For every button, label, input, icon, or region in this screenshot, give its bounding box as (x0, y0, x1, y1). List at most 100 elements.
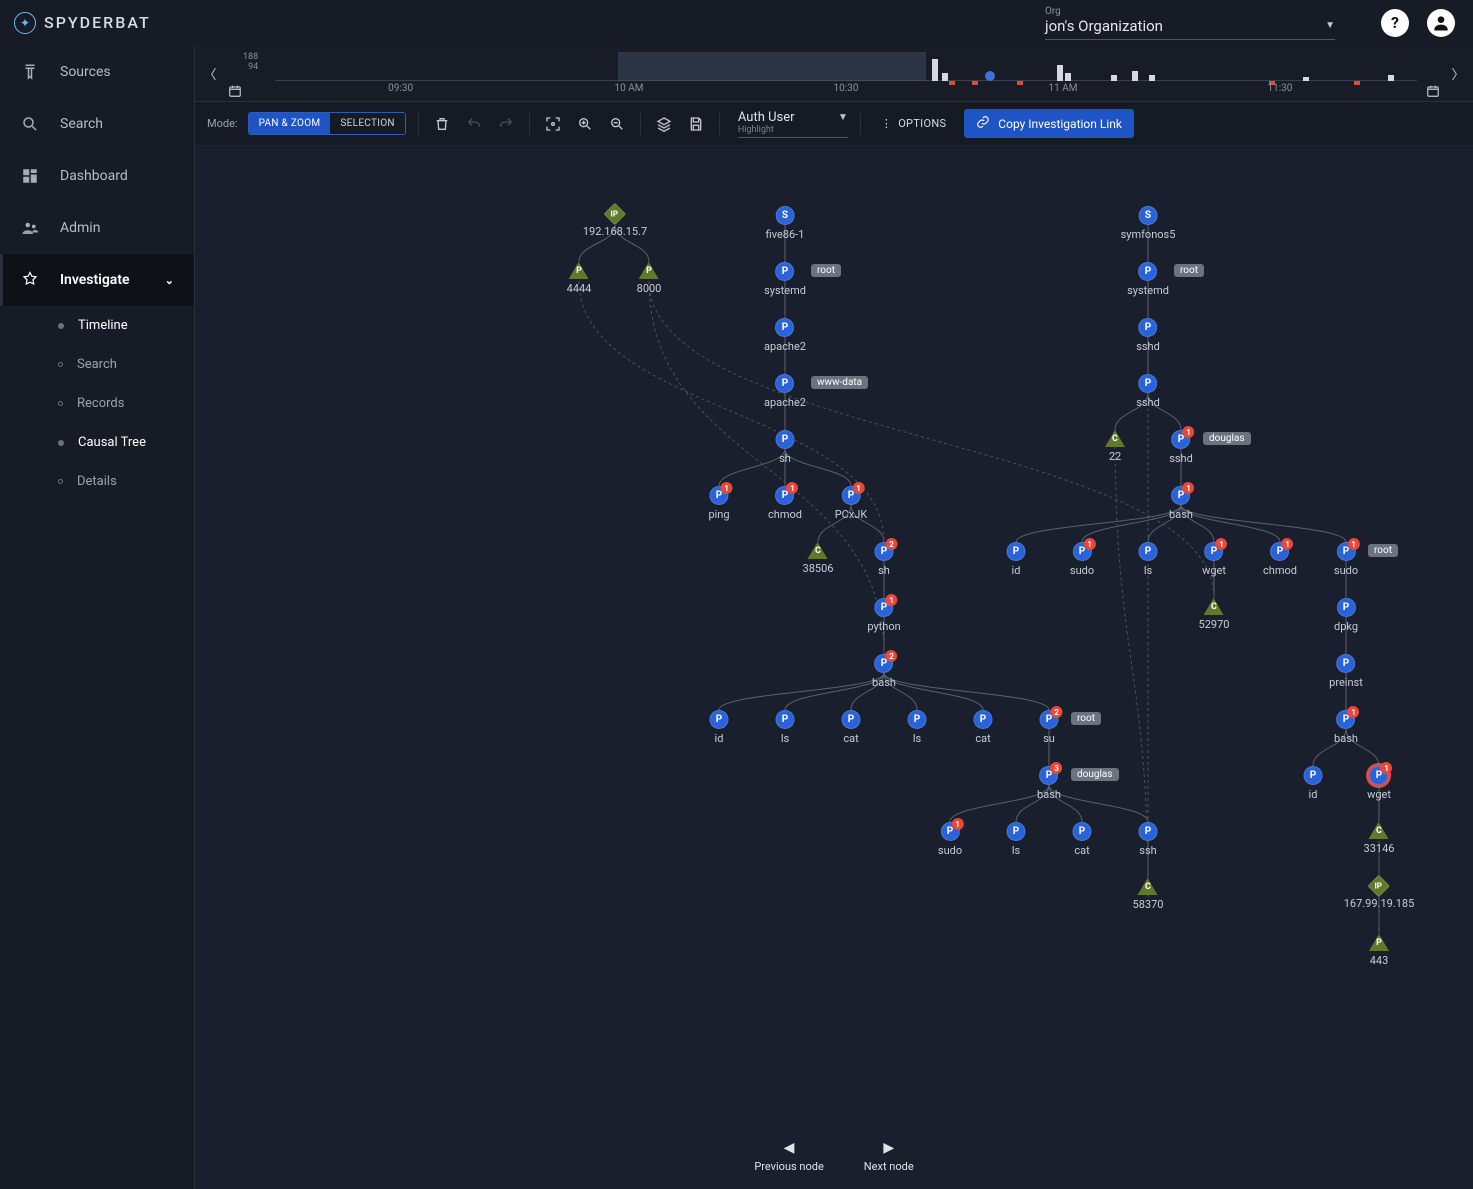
zoom-in-icon[interactable] (574, 113, 596, 135)
node-orb[interactable]: P (1304, 766, 1323, 785)
node-orb[interactable]: P1 (1370, 766, 1389, 785)
graph-node-id3[interactable]: Pid (1304, 766, 1323, 801)
node-orb[interactable]: P (1139, 262, 1158, 281)
graph-node-c58370[interactable]: 58370 (1133, 878, 1164, 911)
graph-node-systemd2[interactable]: Psystemd (1127, 262, 1169, 297)
node-orb[interactable]: P1 (1073, 542, 1092, 561)
node-orb[interactable]: P (710, 710, 729, 729)
graph-node-ssh1[interactable]: Pssh (1139, 822, 1158, 857)
graph-node-cat3[interactable]: Pcat (1073, 822, 1092, 857)
node-orb[interactable]: P1 (1205, 542, 1224, 561)
node-orb[interactable]: P (1139, 318, 1158, 337)
layers-icon[interactable] (653, 113, 675, 135)
node-orb[interactable]: P (974, 710, 993, 729)
node-orb[interactable]: P (776, 430, 795, 449)
graph-node-bash4[interactable]: P1bash (1334, 710, 1358, 745)
graph-node-sshd1[interactable]: Psshd (1136, 318, 1160, 353)
graph-node-python[interactable]: P1python (867, 598, 900, 633)
timeline-track[interactable] (275, 52, 1417, 81)
graph-node-pcxjk[interactable]: P1PCxJK (835, 486, 868, 521)
timeline-bar[interactable] (1149, 75, 1155, 81)
node-orb[interactable]: P1 (1172, 430, 1191, 449)
calendar-end-icon[interactable] (1425, 83, 1441, 99)
graph-node-ls2[interactable]: Pls (908, 710, 927, 745)
node-orb[interactable]: P2 (875, 542, 894, 561)
graph-node-ping[interactable]: P1ping (708, 486, 729, 521)
graph-node-p443[interactable]: 443 (1369, 934, 1389, 967)
node-orb[interactable]: S (776, 206, 795, 225)
graph-node-p4444[interactable]: 4444 (567, 262, 592, 295)
node-orb[interactable] (808, 542, 828, 559)
graph-node-s1[interactable]: Sfive86-1 (766, 206, 805, 241)
node-orb[interactable]: P1 (941, 822, 960, 841)
graph-node-sudo2[interactable]: P1sudo (1070, 542, 1094, 577)
next-node-button[interactable]: ▶ Next node (864, 1140, 914, 1173)
graph-node-id2[interactable]: Pid (1007, 542, 1026, 577)
graph-node-sudo1[interactable]: P1sudo (938, 822, 962, 857)
options-button[interactable]: ⋮ OPTIONS (873, 112, 954, 135)
graph-node-c52970[interactable]: 52970 (1199, 598, 1230, 631)
node-orb[interactable]: P (776, 710, 795, 729)
node-orb[interactable]: P (1007, 542, 1026, 561)
graph-node-apache2b[interactable]: Papache2 (764, 374, 806, 409)
sub-item-timeline[interactable]: Timeline (0, 306, 194, 345)
timeline-bar[interactable] (932, 59, 938, 81)
node-orb[interactable] (1138, 878, 1158, 895)
node-orb[interactable]: P1 (1337, 542, 1356, 561)
node-orb[interactable] (1369, 934, 1389, 951)
graph-node-sh2[interactable]: P2sh (875, 542, 894, 577)
graph-node-ls3[interactable]: Pls (1007, 822, 1026, 857)
graph-node-bash3[interactable]: P1bash (1169, 486, 1193, 521)
node-orb[interactable]: P (1336, 654, 1355, 673)
node-orb[interactable] (569, 262, 589, 279)
graph-node-bash2[interactable]: P3bash (1037, 766, 1061, 801)
sidebar-item-investigate[interactable]: Investigate ⌄ (0, 254, 194, 306)
sidebar-item-dashboard[interactable]: Dashboard (0, 150, 194, 202)
node-orb[interactable]: P (908, 710, 927, 729)
graph-node-bash1[interactable]: P2bash (872, 654, 896, 689)
graph-node-dpkg[interactable]: Pdpkg (1334, 598, 1358, 633)
highlight-dropdown[interactable]: Auth User ▼ Highlight (738, 110, 848, 138)
graph-node-preinst[interactable]: Ppreinst (1329, 654, 1363, 689)
graph-node-ls1[interactable]: Pls (776, 710, 795, 745)
sub-item-details[interactable]: Details (0, 462, 194, 501)
copy-investigation-link-button[interactable]: Copy Investigation Link (964, 109, 1134, 138)
sidebar-item-sources[interactable]: Sources (0, 46, 194, 98)
node-orb[interactable]: P2 (1040, 710, 1059, 729)
graph-node-wget2[interactable]: P1wget (1367, 766, 1391, 801)
node-orb[interactable]: P1 (1172, 486, 1191, 505)
node-orb[interactable] (1369, 822, 1389, 839)
node-orb[interactable] (1204, 598, 1224, 615)
node-orb[interactable]: IP (1368, 875, 1391, 898)
graph-node-sh1[interactable]: Psh (776, 430, 795, 465)
timeline-bar[interactable] (942, 73, 948, 81)
graph-node-chmod1[interactable]: P1chmod (768, 486, 802, 521)
causal-tree-canvas[interactable]: ◀ Previous node ▶ Next node IP192.168.15… (195, 146, 1473, 1189)
graph-node-c38506[interactable]: 38506 (803, 542, 834, 575)
graph-node-id1[interactable]: Pid (710, 710, 729, 745)
timeline-bar[interactable] (1132, 71, 1138, 81)
node-orb[interactable]: P (1337, 598, 1356, 617)
graph-node-sudo3[interactable]: P1sudo (1334, 542, 1358, 577)
sub-item-causal-tree[interactable]: Causal Tree (0, 423, 194, 462)
sidebar-item-admin[interactable]: Admin (0, 202, 194, 254)
timeline-bar[interactable] (1388, 75, 1394, 81)
org-selector[interactable]: Org jon's Organization ▼ (1045, 6, 1335, 40)
graph-node-c33146[interactable]: 33146 (1364, 822, 1395, 855)
graph-node-ip1[interactable]: IP192.168.15.7 (583, 206, 647, 238)
account-icon[interactable] (1427, 9, 1455, 37)
graph-node-sshd2[interactable]: Psshd (1136, 374, 1160, 409)
zoom-out-icon[interactable] (606, 113, 628, 135)
graph-node-p8000[interactable]: 8000 (637, 262, 662, 295)
node-orb[interactable]: P3 (1040, 766, 1059, 785)
node-orb[interactable]: P (1139, 542, 1158, 561)
node-orb[interactable]: P1 (775, 486, 794, 505)
timeline-bar[interactable] (1111, 75, 1117, 81)
calendar-start-icon[interactable] (227, 83, 243, 99)
graph-node-apache2a[interactable]: Papache2 (764, 318, 806, 353)
timeline-selection[interactable] (618, 52, 926, 81)
help-icon[interactable] (1381, 9, 1409, 37)
timeline-bar[interactable] (1303, 77, 1309, 81)
graph-node-systemd1[interactable]: Psystemd (764, 262, 806, 297)
node-orb[interactable]: P1 (874, 598, 893, 617)
